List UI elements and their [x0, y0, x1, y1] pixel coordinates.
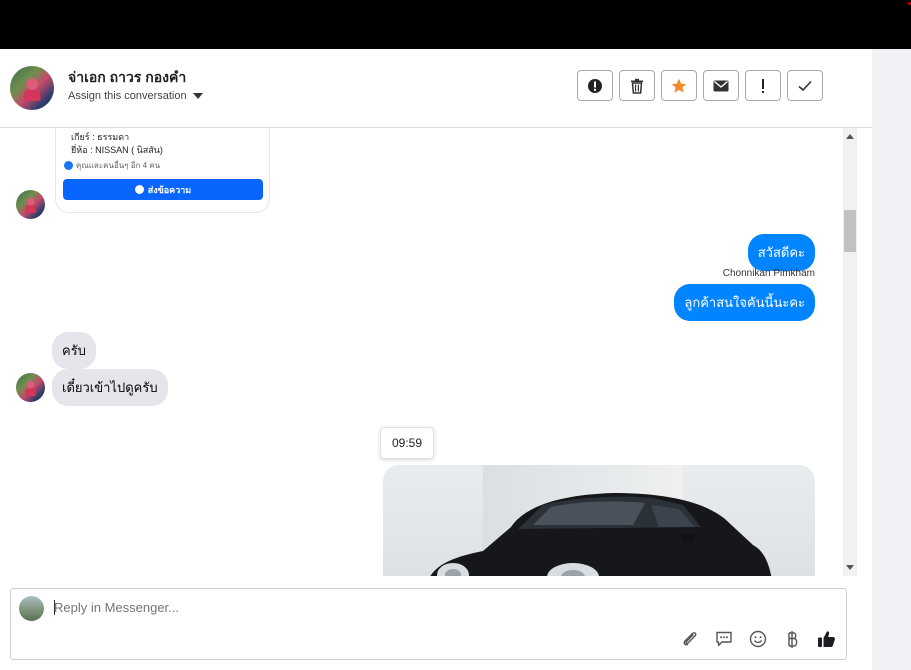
scroll-up-arrow-icon[interactable]: [846, 134, 854, 139]
composer-tools: [680, 629, 836, 649]
car-photo-attachment[interactable]: [383, 465, 815, 576]
car-image: [430, 493, 772, 576]
card-gear-text: เกียร์ : ธรรมดา: [71, 132, 130, 142]
assign-conversation-dropdown[interactable]: Assign this conversation: [68, 90, 203, 102]
mark-done-button[interactable]: [787, 70, 823, 101]
mail-icon: [713, 80, 729, 91]
shared-post-card[interactable]: เกียร์ : ธรรมดา ยี่ห้อ : NISSAN ( นิสสัน…: [55, 128, 270, 213]
mark-unread-button[interactable]: [703, 70, 739, 101]
exclamation-icon: [762, 78, 764, 93]
attach-button[interactable]: [680, 629, 700, 649]
check-icon: [798, 80, 812, 91]
reply-composer: [10, 588, 847, 660]
conversation-header: จ่าเอก ถาวร กองคำ Assign this conversati…: [0, 49, 872, 128]
contact-avatar[interactable]: [10, 66, 54, 110]
card-reactions: คุณและคนอื่นๆ อีก 4 คน: [64, 159, 160, 172]
thread-scrollbar[interactable]: [843, 128, 857, 576]
text-cursor: [54, 600, 55, 615]
timestamp-tooltip: 09:59: [380, 427, 434, 459]
contact-avatar-small: [16, 190, 45, 219]
incoming-message[interactable]: ครับ: [52, 332, 96, 369]
outgoing-message[interactable]: ลูกค้าสนใจคันนี้นะคะ: [674, 284, 815, 321]
incoming-message[interactable]: เดี๋ยวเข้าไปดูครับ: [52, 369, 168, 406]
delete-button[interactable]: [619, 70, 655, 101]
header-actions: [577, 70, 823, 101]
paperclip-icon: [683, 632, 697, 646]
card-brand-text: ยี่ห้อ : NISSAN ( นิสสัน): [71, 145, 163, 155]
reply-input[interactable]: [54, 600, 654, 615]
baht-icon: [788, 631, 798, 648]
send-like-button[interactable]: [816, 629, 836, 649]
star-icon: [671, 78, 687, 93]
conversation-panel: จ่าเอก ถาวร กองคำ Assign this conversati…: [0, 49, 872, 670]
messenger-icon: [134, 185, 144, 194]
page-avatar: [19, 596, 44, 621]
star-button[interactable]: [661, 70, 697, 101]
follow-up-button[interactable]: [745, 70, 781, 101]
emoji-button[interactable]: [748, 629, 768, 649]
mark-spam-button[interactable]: [577, 70, 613, 101]
send-message-card-button[interactable]: ส่งข้อความ: [63, 179, 263, 200]
right-gray-strip: [872, 49, 911, 670]
caret-down-icon: [192, 93, 203, 99]
assign-label: Assign this conversation: [68, 90, 187, 102]
top-black-bar: [0, 0, 911, 49]
card-button-label: ส่งข้อความ: [147, 184, 192, 195]
scroll-down-arrow-icon[interactable]: [846, 565, 854, 570]
chat-bubble-icon: [716, 631, 732, 647]
saved-replies-button[interactable]: [714, 629, 734, 649]
thumbs-up-icon: [817, 631, 835, 647]
contact-name[interactable]: จ่าเอก ถาวร กองคำ: [68, 67, 186, 89]
outgoing-message[interactable]: สวัสดีคะ: [747, 234, 815, 271]
smiley-icon: [749, 630, 767, 648]
sender-name: Chonnikan Pimkham: [722, 268, 815, 279]
payment-button[interactable]: [782, 629, 802, 649]
scrollbar-thumb[interactable]: [844, 210, 856, 252]
alert-circle-icon: [588, 78, 602, 93]
message-thread[interactable]: เกียร์ : ธรรมดา ยี่ห้อ : NISSAN ( นิสสัน…: [0, 128, 860, 576]
trash-icon: [631, 78, 643, 94]
contact-avatar-small: [16, 373, 45, 402]
like-reaction-icon: [64, 161, 73, 170]
reactions-text: คุณและคนอื่นๆ อีก 4 คน: [76, 161, 161, 170]
